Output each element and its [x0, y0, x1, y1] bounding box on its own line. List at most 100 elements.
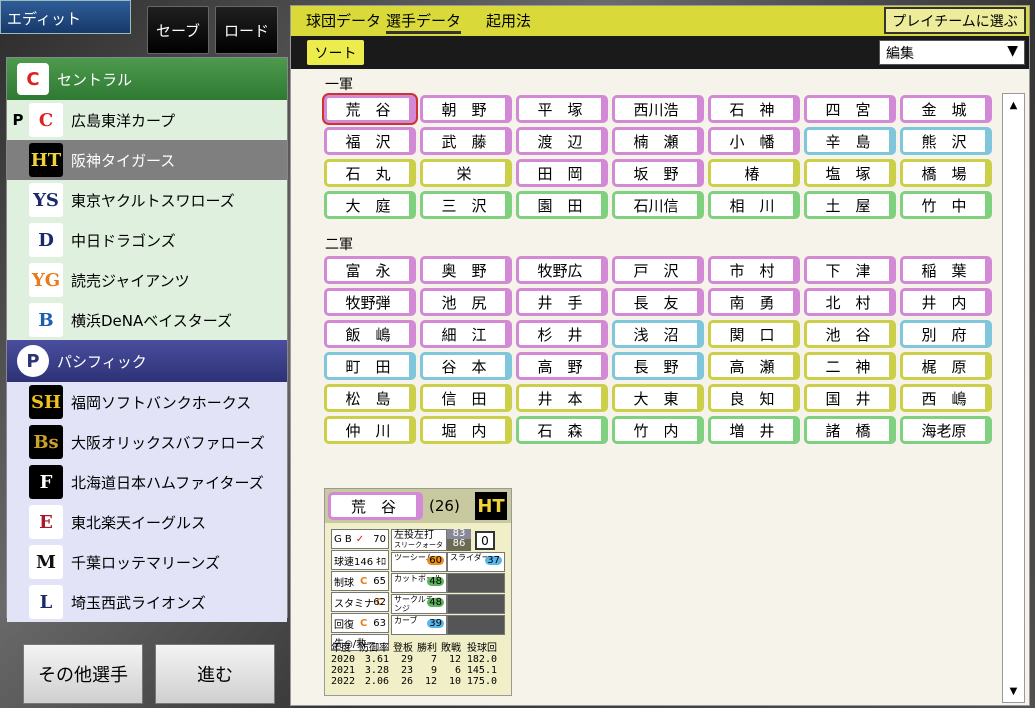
league-header-central[interactable]: C セントラル [7, 58, 287, 100]
player-button[interactable]: 信 田 [420, 384, 512, 412]
player-button[interactable]: 高 瀬 [708, 352, 800, 380]
player-button[interactable]: 増 井 [708, 416, 800, 444]
player-button[interactable]: 諸 橋 [804, 416, 896, 444]
player-button[interactable]: 関 口 [708, 320, 800, 348]
player-button[interactable]: 大 東 [612, 384, 704, 412]
player-button[interactable]: 田 岡 [516, 159, 608, 187]
player-button[interactable]: 浅 沼 [612, 320, 704, 348]
player-button[interactable]: 塩 塚 [804, 159, 896, 187]
player-button[interactable]: 土 屋 [804, 191, 896, 219]
player-button[interactable]: 高 野 [516, 352, 608, 380]
pitch-value: 39 [427, 618, 444, 629]
player-button[interactable]: 西川浩 [612, 95, 704, 123]
player-button[interactable]: 三 沢 [420, 191, 512, 219]
player-button[interactable]: 楠 瀬 [612, 127, 704, 155]
player-button[interactable]: 椿 [708, 159, 800, 187]
player-button[interactable]: 池 谷 [804, 320, 896, 348]
player-name: 平 塚 [537, 100, 583, 119]
tab-lineup[interactable]: 起用法 [486, 10, 531, 34]
team-item[interactable]: Bs 大阪オリックスバファローズ [7, 422, 287, 462]
player-button[interactable]: 石川信 [612, 191, 704, 219]
player-button[interactable]: 石 丸 [324, 159, 416, 187]
player-button[interactable]: 長 友 [612, 288, 704, 316]
player-button[interactable]: 南 勇 [708, 288, 800, 316]
team-item[interactable]: YG 読売ジャイアンツ [7, 260, 287, 300]
player-button[interactable]: 牧野弾 [324, 288, 416, 316]
player-button[interactable]: 松 島 [324, 384, 416, 412]
player-button[interactable]: 戸 沢 [612, 256, 704, 284]
player-button[interactable]: 西 嶋 [900, 384, 992, 412]
player-button[interactable]: 国 井 [804, 384, 896, 412]
player-button[interactable]: 大 庭 [324, 191, 416, 219]
player-button[interactable]: 園 田 [516, 191, 608, 219]
team-item[interactable]: E 東北楽天イーグルス [7, 502, 287, 542]
player-button[interactable]: 町 田 [324, 352, 416, 380]
team-item[interactable]: L 埼玉西武ライオンズ [7, 582, 287, 622]
player-button[interactable]: 金 城 [900, 95, 992, 123]
player-button[interactable]: 北 村 [804, 288, 896, 316]
player-button[interactable]: 福 沢 [324, 127, 416, 155]
player-button[interactable]: 谷 本 [420, 352, 512, 380]
player-button[interactable]: 竹 内 [612, 416, 704, 444]
player-button[interactable]: 仲 川 [324, 416, 416, 444]
player-button[interactable]: 別 府 [900, 320, 992, 348]
team-name: 大阪オリックスバファローズ [71, 433, 265, 452]
player-button[interactable]: 二 神 [804, 352, 896, 380]
player-button[interactable]: 市 村 [708, 256, 800, 284]
team-item[interactable]: M 千葉ロッテマリーンズ [7, 542, 287, 582]
player-button[interactable]: 牧野広 [516, 256, 608, 284]
player-button[interactable]: 富 永 [324, 256, 416, 284]
player-button[interactable]: 海老原 [900, 416, 992, 444]
other-players-button[interactable]: その他選手 [23, 644, 143, 704]
tab-team-data[interactable]: 球団データ [306, 10, 381, 34]
player-button[interactable]: 熊 沢 [900, 127, 992, 155]
player-button[interactable]: 竹 中 [900, 191, 992, 219]
player-button[interactable]: 杉 井 [516, 320, 608, 348]
player-button[interactable]: 荒 谷 [324, 95, 416, 123]
player-button[interactable]: 奥 野 [420, 256, 512, 284]
player-button[interactable]: 武 藤 [420, 127, 512, 155]
player-button[interactable]: 四 宮 [804, 95, 896, 123]
team-item[interactable]: YS 東京ヤクルトスワローズ [7, 180, 287, 220]
player-button[interactable]: 小 幡 [708, 127, 800, 155]
player-button[interactable]: 相 川 [708, 191, 800, 219]
player-button[interactable]: 下 津 [804, 256, 896, 284]
player-button[interactable]: 池 尻 [420, 288, 512, 316]
player-button[interactable]: 石 森 [516, 416, 608, 444]
select-play-team-button[interactable]: プレイチームに選ぶ [884, 7, 1026, 34]
player-button[interactable]: 朝 野 [420, 95, 512, 123]
tab-player-data[interactable]: 選手データ [386, 10, 462, 34]
player-button[interactable]: 井 本 [516, 384, 608, 412]
player-button[interactable]: 石 神 [708, 95, 800, 123]
team-item[interactable]: B 横浜DeNAベイスターズ [7, 300, 287, 340]
player-button[interactable]: 坂 野 [612, 159, 704, 187]
team-item[interactable]: HT 阪神タイガース [7, 140, 287, 180]
team-item[interactable]: SH 福岡ソフトバンクホークス [7, 382, 287, 422]
player-button[interactable]: 良 知 [708, 384, 800, 412]
player-button[interactable]: 平 塚 [516, 95, 608, 123]
scroll-up-icon[interactable]: ▲ [1003, 95, 1024, 115]
player-button[interactable]: 長 野 [612, 352, 704, 380]
player-button[interactable]: 飯 嶋 [324, 320, 416, 348]
player-button[interactable]: 梶 原 [900, 352, 992, 380]
load-button[interactable]: ロード [215, 6, 278, 54]
league-header-pacific[interactable]: P パシフィック [7, 340, 287, 382]
player-button[interactable]: 堀 内 [420, 416, 512, 444]
scrollbar[interactable]: ▲ ▼ [1002, 93, 1025, 703]
next-button[interactable]: 進む [155, 644, 275, 704]
scroll-down-icon[interactable]: ▼ [1003, 681, 1024, 701]
player-button[interactable]: 渡 辺 [516, 127, 608, 155]
player-button[interactable]: 井 内 [900, 288, 992, 316]
player-button[interactable]: 辛 島 [804, 127, 896, 155]
team-item[interactable]: D 中日ドラゴンズ [7, 220, 287, 260]
edit-mode-select[interactable]: 編集 ▼ [879, 40, 1025, 65]
save-button[interactable]: セーブ [147, 6, 209, 54]
player-button[interactable]: 井 手 [516, 288, 608, 316]
player-button[interactable]: 橋 場 [900, 159, 992, 187]
team-item[interactable]: F 北海道日本ハムファイターズ [7, 462, 287, 502]
player-button[interactable]: 栄 [420, 159, 512, 187]
player-button[interactable]: 稲 葉 [900, 256, 992, 284]
sort-button[interactable]: ソート [307, 40, 364, 65]
player-button[interactable]: 細 江 [420, 320, 512, 348]
team-item[interactable]: P C 広島東洋カープ [7, 100, 287, 140]
